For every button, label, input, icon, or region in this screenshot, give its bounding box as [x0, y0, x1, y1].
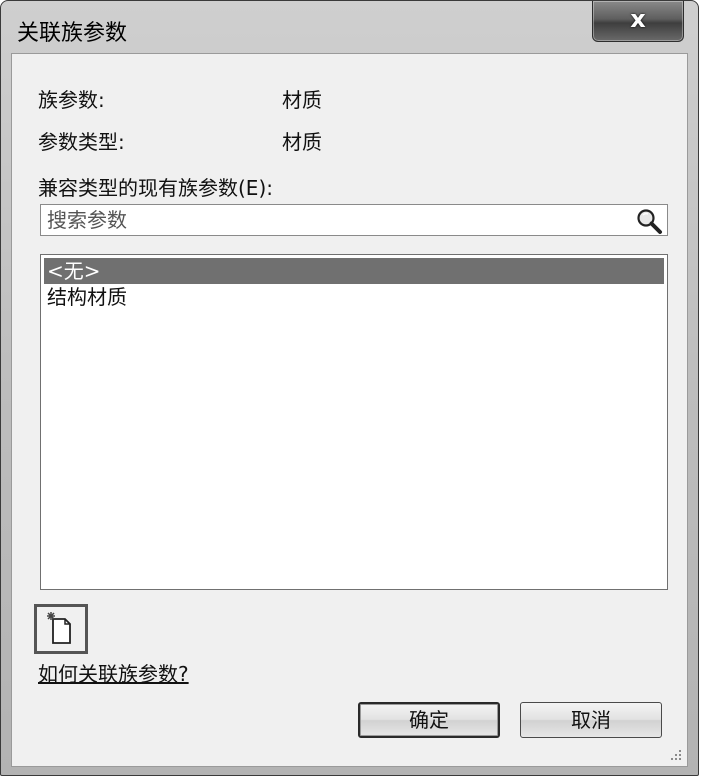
- search-icon[interactable]: [635, 207, 663, 235]
- title-bar[interactable]: 关联族参数 x: [1, 1, 698, 53]
- param-type-value: 材质: [282, 130, 322, 154]
- close-button[interactable]: x: [592, 1, 684, 42]
- search-box: [40, 204, 668, 236]
- search-input[interactable]: [47, 207, 627, 233]
- cancel-button[interactable]: 取消: [520, 702, 662, 738]
- compatible-params-label: 兼容类型的现有族参数(E):: [38, 176, 273, 200]
- list-item-none[interactable]: <无>: [44, 258, 664, 284]
- dialog-window: 关联族参数 x 族参数: 材质 参数类型: 材质 兼容类型的现有族参数(E): …: [0, 0, 699, 776]
- dialog-title: 关联族参数: [17, 21, 128, 46]
- resize-grip-icon[interactable]: [669, 748, 683, 762]
- new-parameter-icon: [47, 612, 71, 644]
- help-link[interactable]: 如何关联族参数?: [38, 658, 189, 687]
- close-icon: x: [630, 5, 646, 33]
- param-type-label: 参数类型:: [38, 130, 125, 154]
- family-param-value: 材质: [282, 88, 322, 112]
- list-item-structural-material[interactable]: 结构材质: [44, 284, 664, 310]
- dialog-body: 族参数: 材质 参数类型: 材质 兼容类型的现有族参数(E): <无> 结构材质: [11, 53, 688, 767]
- new-parameter-button[interactable]: [34, 604, 88, 654]
- parameter-list[interactable]: <无> 结构材质: [40, 254, 668, 590]
- family-param-label: 族参数:: [38, 88, 105, 112]
- ok-button[interactable]: 确定: [358, 702, 500, 738]
